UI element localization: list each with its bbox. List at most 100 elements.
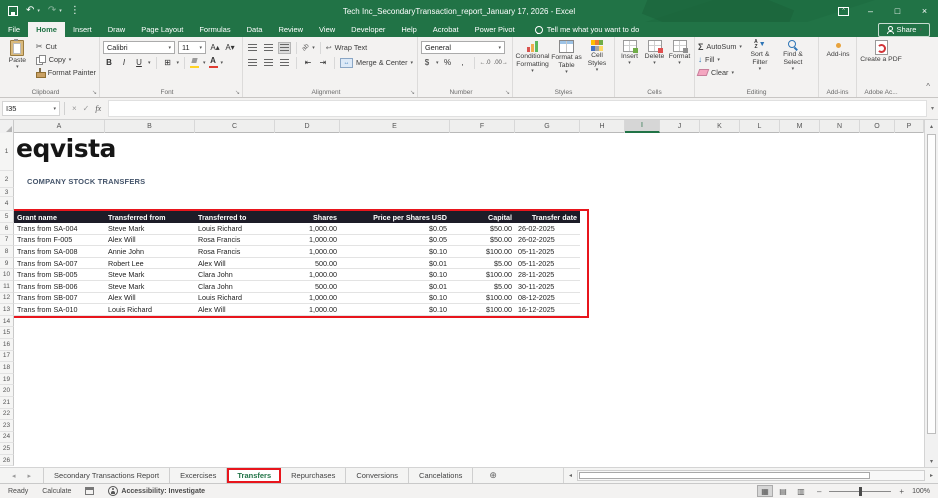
borders-dropdown-icon[interactable]: ▾ bbox=[177, 60, 180, 66]
row-header-20[interactable]: 20 bbox=[0, 385, 14, 397]
next-sheet-icon[interactable]: ▸ bbox=[28, 472, 32, 480]
row-header-18[interactable]: 18 bbox=[0, 362, 14, 374]
calculate-status[interactable]: Calculate bbox=[42, 488, 71, 495]
share-button[interactable]: Share ▾ bbox=[878, 23, 930, 37]
font-dialog-launcher[interactable]: ↘ bbox=[235, 89, 240, 96]
table-cell[interactable]: $100.00 bbox=[450, 246, 515, 257]
row-header-14[interactable]: 14 bbox=[0, 316, 14, 328]
name-box[interactable]: I35▾ bbox=[2, 101, 60, 116]
format-painter-button[interactable]: Format Painter bbox=[36, 66, 96, 79]
table-cell[interactable]: Clara John bbox=[195, 269, 275, 280]
table-cell[interactable]: 500.00 bbox=[275, 258, 340, 269]
zoom-out-icon[interactable]: – bbox=[817, 487, 821, 496]
fill-color-dropdown-icon[interactable]: ▾ bbox=[203, 60, 206, 66]
column-header-e[interactable]: E bbox=[340, 120, 450, 133]
top-align-button[interactable] bbox=[246, 42, 259, 54]
column-header-j[interactable]: J bbox=[660, 120, 700, 133]
clipboard-dialog-launcher[interactable]: ↘ bbox=[92, 89, 97, 96]
formula-input[interactable] bbox=[108, 100, 927, 117]
conditional-formatting-button[interactable]: Conditional Formatting ▾ bbox=[516, 40, 549, 75]
sheet-tab-transfers[interactable]: Transfers bbox=[227, 468, 281, 483]
cancel-icon[interactable]: × bbox=[72, 104, 77, 113]
ribbon-tab-acrobat[interactable]: Acrobat bbox=[425, 22, 467, 37]
table-cell[interactable]: 1,000.00 bbox=[275, 223, 340, 234]
table-cell[interactable]: Trans from SB-005 bbox=[14, 269, 105, 280]
row-header-3[interactable]: 3 bbox=[0, 188, 14, 197]
row-header-4[interactable]: 4 bbox=[0, 197, 14, 211]
table-header-cell[interactable]: Shares bbox=[275, 211, 340, 223]
macro-record-icon[interactable] bbox=[85, 487, 94, 495]
table-cell[interactable]: $5.00 bbox=[450, 258, 515, 269]
row-header-17[interactable]: 17 bbox=[0, 351, 14, 363]
row-header-26[interactable]: 26 bbox=[0, 455, 14, 467]
ribbon-tab-data[interactable]: Data bbox=[239, 22, 271, 37]
table-cell[interactable]: Louis Richard bbox=[105, 304, 195, 315]
previous-sheet-icon[interactable]: ◂ bbox=[12, 472, 16, 480]
row-header-6[interactable]: 6 bbox=[0, 223, 14, 235]
middle-align-button[interactable] bbox=[262, 42, 275, 54]
addins-button[interactable]: Add-ins bbox=[822, 40, 854, 59]
ribbon-tab-draw[interactable]: Draw bbox=[100, 22, 134, 37]
formula-bar-expand-icon[interactable]: ▾ bbox=[931, 105, 934, 112]
table-cell[interactable]: Trans from SA-008 bbox=[14, 246, 105, 257]
column-header-g[interactable]: G bbox=[515, 120, 580, 133]
table-cell[interactable]: $0.05 bbox=[340, 235, 450, 246]
table-cell[interactable]: Annie John bbox=[105, 246, 195, 257]
increase-font-icon[interactable]: A▴ bbox=[209, 42, 221, 54]
table-cell[interactable]: Alex Will bbox=[105, 235, 195, 246]
restore-button[interactable]: □ bbox=[884, 0, 911, 22]
row-header-13[interactable]: 13 bbox=[0, 304, 14, 316]
ribbon-tab-developer[interactable]: Developer bbox=[343, 22, 393, 37]
vertical-scrollbar[interactable]: ▴ ▾ bbox=[924, 120, 938, 467]
table-cell[interactable]: 16-12-2025 bbox=[515, 304, 580, 315]
ribbon-tab-help[interactable]: Help bbox=[393, 22, 424, 37]
font-color-button[interactable]: A bbox=[209, 57, 218, 68]
find-select-button[interactable]: Find & Select ▾ bbox=[778, 40, 808, 79]
column-header-o[interactable]: O bbox=[860, 120, 895, 133]
column-header-i[interactable]: I bbox=[625, 120, 660, 133]
column-header-a[interactable]: A bbox=[14, 120, 105, 133]
normal-view-icon[interactable]: ▦ bbox=[757, 485, 773, 497]
customize-qat-icon[interactable]: ⋮ bbox=[70, 6, 80, 16]
page-layout-view-icon[interactable]: ▤ bbox=[775, 485, 791, 497]
table-header-cell[interactable]: Transfer date bbox=[515, 211, 580, 223]
column-header-b[interactable]: B bbox=[105, 120, 195, 133]
format-cells-button[interactable]: Format ▾ bbox=[668, 40, 691, 67]
collapse-ribbon-icon[interactable]: ^ bbox=[926, 82, 930, 91]
table-cell[interactable]: $0.05 bbox=[340, 223, 450, 234]
column-header-p[interactable]: P bbox=[895, 120, 924, 133]
decrease-decimal-icon[interactable]: .00→ bbox=[494, 60, 508, 66]
enter-icon[interactable]: ✓ bbox=[83, 104, 90, 113]
align-left-button[interactable] bbox=[246, 57, 259, 69]
underline-button[interactable]: U bbox=[133, 57, 145, 69]
ribbon-display-options-button[interactable]: ^ bbox=[830, 0, 857, 22]
orientation-dropdown-icon[interactable]: ▾ bbox=[312, 45, 315, 51]
table-cell[interactable]: $0.01 bbox=[340, 258, 450, 269]
format-as-table-button[interactable]: Format as Table ▾ bbox=[551, 40, 582, 75]
table-cell[interactable]: $50.00 bbox=[450, 223, 515, 234]
sheet-tab-cancelations[interactable]: Cancelations bbox=[409, 468, 473, 483]
clear-button[interactable]: Clear▾ bbox=[698, 66, 742, 79]
create-pdf-button[interactable]: Create a PDF bbox=[860, 40, 902, 64]
new-sheet-button[interactable]: ⊕ bbox=[473, 468, 513, 483]
table-cell[interactable]: 28-11-2025 bbox=[515, 269, 580, 280]
zoom-in-icon[interactable]: + bbox=[899, 487, 904, 496]
table-cell[interactable]: 30-11-2025 bbox=[515, 281, 580, 292]
table-cell[interactable]: $0.10 bbox=[340, 246, 450, 257]
borders-icon[interactable]: ⊞ bbox=[162, 57, 174, 69]
scroll-up-icon[interactable]: ▴ bbox=[925, 120, 938, 132]
row-header-9[interactable]: 9 bbox=[0, 258, 14, 270]
table-cell[interactable]: Trans from SA-010 bbox=[14, 304, 105, 315]
row-header-7[interactable]: 7 bbox=[0, 235, 14, 247]
table-cell[interactable]: Alex Will bbox=[195, 258, 275, 269]
bottom-align-button[interactable] bbox=[278, 42, 291, 54]
undo-icon[interactable]: ↶ bbox=[26, 6, 34, 16]
column-header-d[interactable]: D bbox=[275, 120, 340, 133]
row-header-12[interactable]: 12 bbox=[0, 293, 14, 305]
number-dialog-launcher[interactable]: ↘ bbox=[505, 89, 510, 96]
italic-button[interactable]: I bbox=[118, 57, 130, 69]
column-header-l[interactable]: L bbox=[740, 120, 780, 133]
sheet-tab-excercises[interactable]: Excercises bbox=[170, 468, 227, 483]
decrease-font-icon[interactable]: A▾ bbox=[224, 42, 236, 54]
cell-styles-button[interactable]: Cell Styles ▾ bbox=[584, 40, 610, 75]
